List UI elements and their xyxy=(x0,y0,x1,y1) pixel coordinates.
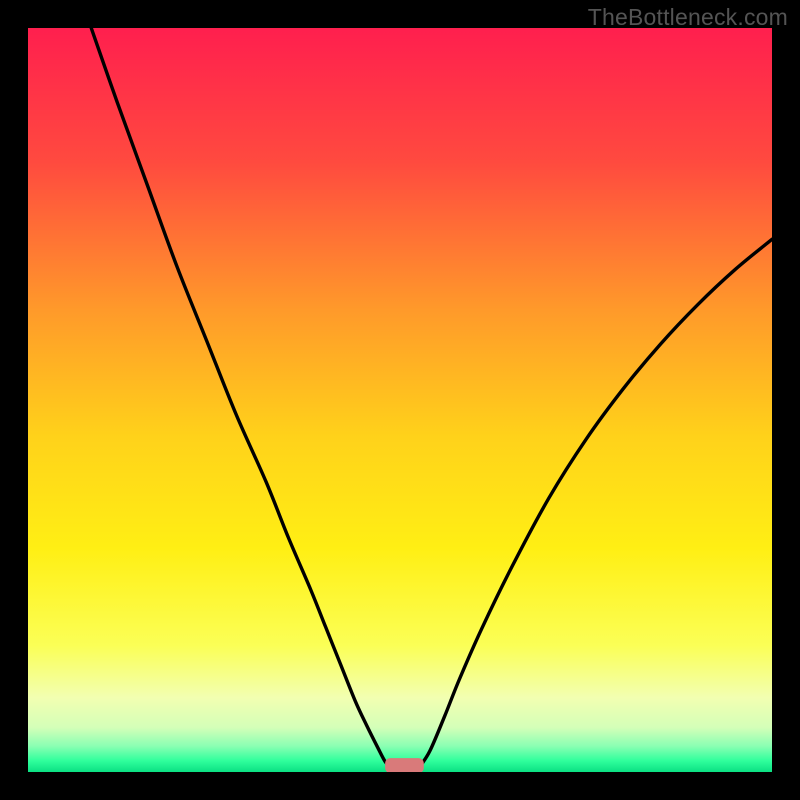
chart-svg xyxy=(28,28,772,772)
watermark-text: TheBottleneck.com xyxy=(588,4,788,31)
bottleneck-marker xyxy=(385,758,424,772)
outer-frame: TheBottleneck.com xyxy=(0,0,800,800)
chart-plot xyxy=(28,28,772,772)
gradient-background xyxy=(28,28,772,772)
